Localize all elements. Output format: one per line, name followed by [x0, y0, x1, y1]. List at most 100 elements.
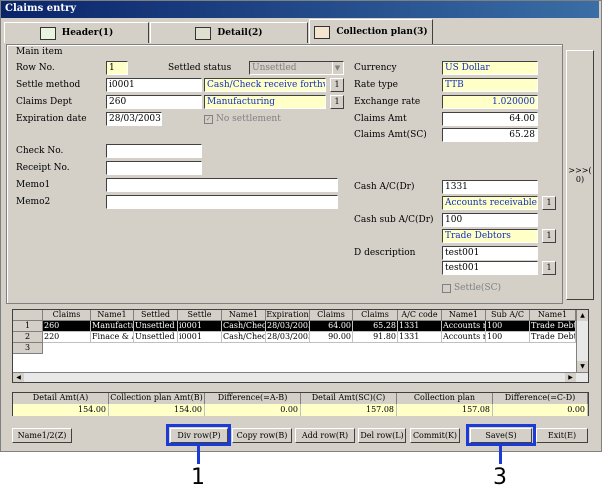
- d-description-lookup-button[interactable]: 1: [542, 261, 556, 275]
- table-cell: Unsettled: [134, 332, 178, 343]
- no-settlement-label: No settlement: [216, 114, 281, 124]
- cash-sub-ac-lookup-button[interactable]: 1: [542, 229, 556, 243]
- settled-status-label: Settled status: [168, 63, 232, 73]
- receipt-no-field[interactable]: [106, 161, 202, 175]
- tab-detail-label: Detail(2): [217, 28, 263, 38]
- row-no-field[interactable]: 1: [106, 61, 128, 75]
- callout-line-3: [499, 446, 502, 464]
- table-cell: 100: [486, 332, 530, 343]
- claims-amt-sc-field: 65.28: [442, 128, 538, 142]
- save-highlight: [466, 424, 536, 446]
- envelope-icon: [314, 25, 331, 39]
- add-row-button[interactable]: Add row(R): [295, 428, 355, 443]
- table-cell: 1331: [398, 332, 442, 343]
- cash-sub-ac-name: Trade Debtors: [442, 229, 538, 243]
- commit-button[interactable]: Commit(K): [410, 428, 460, 443]
- expiration-date-field[interactable]: 28/03/2003: [106, 112, 162, 126]
- scroll-left-icon[interactable]: ◀: [13, 373, 24, 382]
- settle-method-code[interactable]: i0001: [106, 78, 202, 92]
- grid-header: Name1: [530, 310, 576, 321]
- callout-number-3: 3: [493, 465, 507, 490]
- claims-dept-lookup-button[interactable]: 1: [330, 95, 344, 109]
- grid-header: Settled: [134, 310, 178, 321]
- grid-horizontal-scrollbar[interactable]: ◀ ▶: [13, 372, 588, 382]
- memo2-label: Memo2: [16, 197, 51, 207]
- settle-method-lookup-button[interactable]: 1: [330, 78, 344, 92]
- summary-value: 157.08: [301, 404, 397, 416]
- grid-header: Claims: [43, 310, 91, 321]
- side-expand-label: >>>( 0): [568, 166, 592, 184]
- side-expand-button[interactable]: >>>( 0): [566, 50, 594, 300]
- rate-type-field[interactable]: TTB: [442, 78, 538, 92]
- settle-method-label: Settle method: [16, 80, 81, 90]
- callout-line-1: [197, 446, 200, 464]
- claims-dept-label: Claims Dept: [16, 97, 72, 107]
- check-no-label: Check No.: [16, 146, 64, 156]
- callout-number-1: 1: [191, 465, 205, 490]
- cash-ac-lookup-button[interactable]: 1: [542, 196, 556, 210]
- settle-sc-label: Settle(SC): [454, 283, 502, 293]
- table-row[interactable]: 2 220 Finace & Ac Unsettled i0001 Cash/C…: [13, 332, 576, 343]
- memo1-field[interactable]: [106, 178, 338, 192]
- d-description-label: D description: [354, 248, 416, 258]
- window-title: Claims entry: [1, 1, 599, 18]
- exit-button[interactable]: Exit(E): [536, 428, 588, 443]
- tab-collection-plan[interactable]: Collection plan(3): [309, 19, 433, 44]
- summary-value: 0.00: [205, 404, 301, 416]
- row-number: 2: [13, 332, 43, 343]
- table-cell: 65.28: [353, 321, 398, 332]
- grid-header: Name1: [91, 310, 134, 321]
- grid-header: Expiration: [266, 310, 310, 321]
- tab-header[interactable]: Header(1): [4, 22, 149, 43]
- name12-button[interactable]: Name1/2(Z): [12, 428, 72, 443]
- table-cell: 1331: [398, 321, 442, 332]
- d-description-line1[interactable]: test001: [442, 246, 538, 260]
- currency-field[interactable]: US Dollar: [442, 61, 538, 75]
- summary-value: 154.00: [109, 404, 205, 416]
- claims-dept-name: Manufacturing: [204, 95, 326, 109]
- tab-detail[interactable]: Detail(2): [150, 22, 308, 43]
- table-cell: i0001: [178, 332, 222, 343]
- table-cell: 28/03/2003: [266, 332, 310, 343]
- claims-amt-field[interactable]: 64.00: [442, 112, 538, 126]
- div-row-highlight: [166, 424, 231, 446]
- settled-status-select: Unsettled ▼: [249, 61, 344, 75]
- grid-corner: [13, 310, 43, 321]
- table-row[interactable]: 1 260 Manufacturi Unsettled i0001 Cash/C…: [13, 321, 576, 332]
- grid-header: Claims: [353, 310, 398, 321]
- document-icon: [195, 26, 212, 40]
- summary-header: Detail Amt(SC)(C): [301, 393, 397, 404]
- settle-method-name: Cash/Check receive forthwith: [204, 78, 326, 92]
- table-cell: Accounts re: [442, 332, 486, 343]
- claims-dept-code[interactable]: 260: [106, 95, 202, 109]
- cash-sub-ac-label: Cash sub A/C(Dr): [354, 215, 434, 225]
- table-cell: 91.80: [353, 332, 398, 343]
- del-row-button[interactable]: Del row(L): [358, 428, 406, 443]
- table-cell: 220: [43, 332, 91, 343]
- d-description-line2[interactable]: test001: [442, 261, 538, 275]
- grid-header: Name1: [442, 310, 486, 321]
- main-item-legend: Main item: [16, 47, 63, 57]
- row-number: 3: [13, 343, 43, 354]
- scroll-down-icon[interactable]: ▼: [577, 361, 588, 372]
- summary-value: 154.00: [13, 404, 109, 416]
- scroll-up-icon[interactable]: ▲: [577, 310, 588, 321]
- claims-grid[interactable]: Claims Name1 Settled Settle Name1 Expira…: [12, 309, 589, 383]
- table-row[interactable]: 3: [13, 343, 576, 354]
- settle-sc-checkbox: Settle(SC): [442, 283, 501, 293]
- summary-value: 157.08: [397, 404, 493, 416]
- exchange-rate-field[interactable]: 1.020000: [442, 95, 538, 109]
- grid-vertical-scrollbar[interactable]: ▲ ▼: [576, 310, 588, 372]
- cash-sub-ac-code[interactable]: 100: [442, 213, 538, 227]
- checkbox-icon: [442, 283, 451, 293]
- currency-label: Currency: [354, 63, 397, 73]
- memo2-field[interactable]: [106, 195, 338, 209]
- cash-ac-code[interactable]: 1331: [442, 180, 538, 194]
- check-no-field[interactable]: [106, 144, 202, 158]
- table-cell: 28/03/2003: [266, 321, 310, 332]
- scroll-right-icon[interactable]: ▶: [565, 373, 576, 382]
- claims-amt-sc-label: Claims Amt(SC): [354, 130, 427, 140]
- copy-row-button[interactable]: Copy row(B): [232, 428, 292, 443]
- cash-ac-name: Accounts receivable-trade: [442, 196, 538, 210]
- cash-ac-label: Cash A/C(Dr): [354, 182, 415, 192]
